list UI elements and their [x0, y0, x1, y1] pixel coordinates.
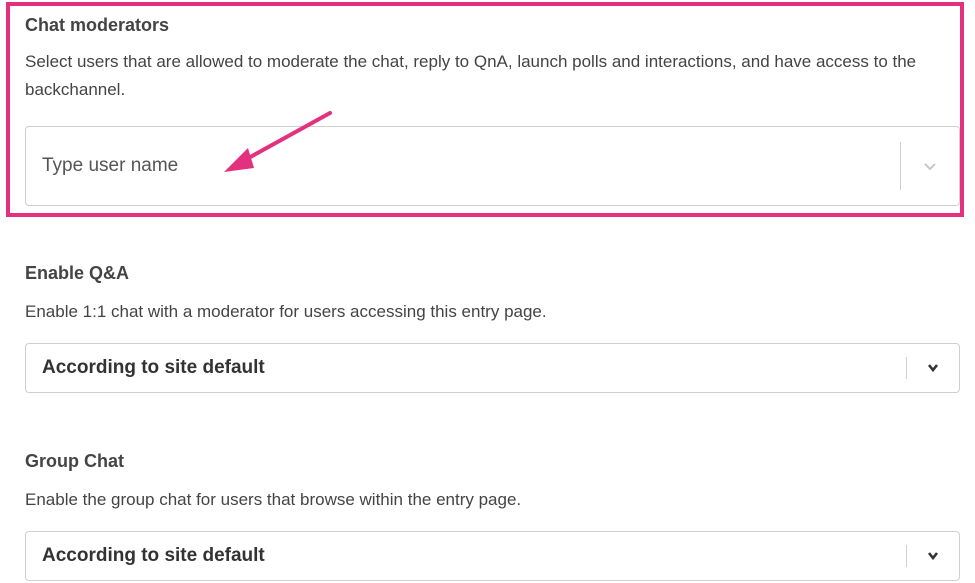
- annotation-arrow: [224, 111, 332, 172]
- chevron-down-icon[interactable]: [922, 160, 938, 172]
- group-chat-section: Group Chat Enable the group chat for use…: [25, 450, 960, 581]
- user-search-placeholder: Type user name: [42, 155, 179, 176]
- group-chat-title: Group Chat: [25, 451, 124, 471]
- select-divider: [906, 357, 907, 379]
- enable-qa-section: Enable Q&A Enable 1:1 chat with a modera…: [25, 262, 960, 393]
- group-chat-description: Enable the group chat for users that bro…: [25, 490, 522, 509]
- chevron-down-icon[interactable]: [925, 550, 941, 562]
- enable-qa-title: Enable Q&A: [25, 263, 130, 283]
- chat-moderators-title: Chat moderators: [25, 15, 170, 35]
- enable-qa-select[interactable]: According to site default: [25, 343, 960, 393]
- chevron-down-icon[interactable]: [925, 362, 941, 374]
- select-divider: [906, 545, 907, 567]
- group-chat-select[interactable]: According to site default: [25, 531, 960, 581]
- chat-moderators-description: Select users that are allowed to moderat…: [25, 52, 917, 99]
- user-search-input[interactable]: Type user name: [25, 126, 960, 206]
- settings-page: Chat moderators Select users that are al…: [0, 0, 975, 583]
- group-chat-selected-value: According to site default: [42, 545, 265, 566]
- chat-moderators-section: Chat moderators Select users that are al…: [25, 14, 960, 206]
- input-divider: [900, 142, 901, 190]
- enable-qa-selected-value: According to site default: [42, 357, 265, 378]
- enable-qa-description: Enable 1:1 chat with a moderator for use…: [25, 302, 547, 321]
